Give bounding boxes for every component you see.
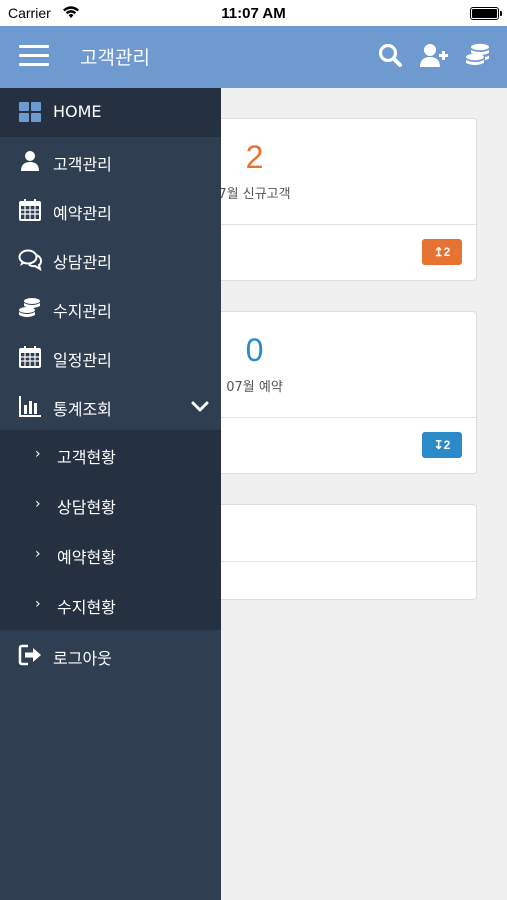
chevron-right-icon: › bbox=[35, 596, 41, 612]
grid-icon bbox=[19, 102, 41, 122]
menu-item-label: 통계조회 bbox=[53, 400, 112, 419]
chevron-right-icon: › bbox=[35, 546, 41, 562]
submenu-item-consult-status[interactable]: › 상담현황 bbox=[0, 480, 221, 530]
bar-chart-icon bbox=[19, 396, 41, 417]
submenu-item-label: 예약현황 bbox=[57, 548, 116, 567]
menu-item-customer[interactable]: 고객관리 bbox=[0, 137, 221, 186]
coins-icon[interactable] bbox=[463, 41, 493, 71]
status-bar: Carrier 11:07 AM bbox=[0, 0, 507, 26]
chevron-right-icon: › bbox=[35, 446, 41, 462]
status-time: 11:07 AM bbox=[221, 5, 286, 22]
chevron-down-icon[interactable] bbox=[191, 398, 209, 416]
chat-icon bbox=[18, 249, 42, 271]
menu-item-label: 로그아웃 bbox=[53, 649, 112, 668]
page-title: 고객관리 bbox=[80, 47, 150, 69]
statistics-submenu: › 고객현황 › 상담현황 › 예약현황 › 수지현황 bbox=[0, 430, 221, 630]
menu-item-label: 상담관리 bbox=[53, 253, 112, 272]
chevron-right-icon: › bbox=[35, 496, 41, 512]
menu-item-consult[interactable]: 상담관리 bbox=[0, 235, 221, 284]
empty-card bbox=[190, 504, 477, 600]
menu-item-label: HOME bbox=[53, 102, 102, 121]
submenu-item-customer-status[interactable]: › 고객현황 bbox=[0, 430, 221, 480]
hamburger-menu-icon[interactable] bbox=[19, 45, 49, 67]
user-icon bbox=[21, 151, 39, 171]
submenu-item-label: 고객현황 bbox=[57, 448, 116, 467]
submenu-item-label: 수지현황 bbox=[57, 598, 116, 617]
calendar-icon bbox=[19, 346, 41, 368]
submenu-item-reservation-status[interactable]: › 예약현황 bbox=[0, 530, 221, 580]
change-badge: ↧2 bbox=[422, 432, 462, 458]
battery-icon bbox=[470, 7, 502, 20]
submenu-item-label: 상담현황 bbox=[57, 498, 116, 517]
reservation-card[interactable]: 0 07월 예약 ↧2 bbox=[190, 311, 477, 474]
menu-item-label: 수지관리 bbox=[53, 302, 112, 321]
app-header: 고객관리 bbox=[0, 26, 507, 88]
menu-item-statistics[interactable]: 통계조회 bbox=[0, 382, 221, 431]
search-icon[interactable] bbox=[376, 41, 406, 71]
logout-icon bbox=[18, 644, 41, 666]
menu-item-reservation[interactable]: 예약관리 bbox=[0, 186, 221, 235]
menu-item-logout[interactable]: 로그아웃 bbox=[0, 631, 221, 680]
menu-item-label: 예약관리 bbox=[53, 204, 112, 223]
calendar-icon bbox=[19, 199, 41, 221]
menu-item-home[interactable]: HOME bbox=[0, 88, 221, 137]
add-user-icon[interactable] bbox=[419, 41, 449, 71]
menu-item-label: 일정관리 bbox=[53, 351, 112, 370]
side-drawer: HOME 고객관리 예약관리 상담관리 수지관리 일정관리 통계조회 › 고객현… bbox=[0, 88, 221, 900]
change-badge: ↥2 bbox=[422, 239, 462, 265]
menu-item-label: 고객관리 bbox=[53, 155, 112, 174]
submenu-item-finance-status[interactable]: › 수지현황 bbox=[0, 580, 221, 630]
coins-icon bbox=[19, 298, 40, 317]
new-customer-card[interactable]: 2 7월 신규고객 ↥2 bbox=[190, 118, 477, 281]
menu-item-finance[interactable]: 수지관리 bbox=[0, 284, 221, 333]
menu-item-schedule[interactable]: 일정관리 bbox=[0, 333, 221, 382]
